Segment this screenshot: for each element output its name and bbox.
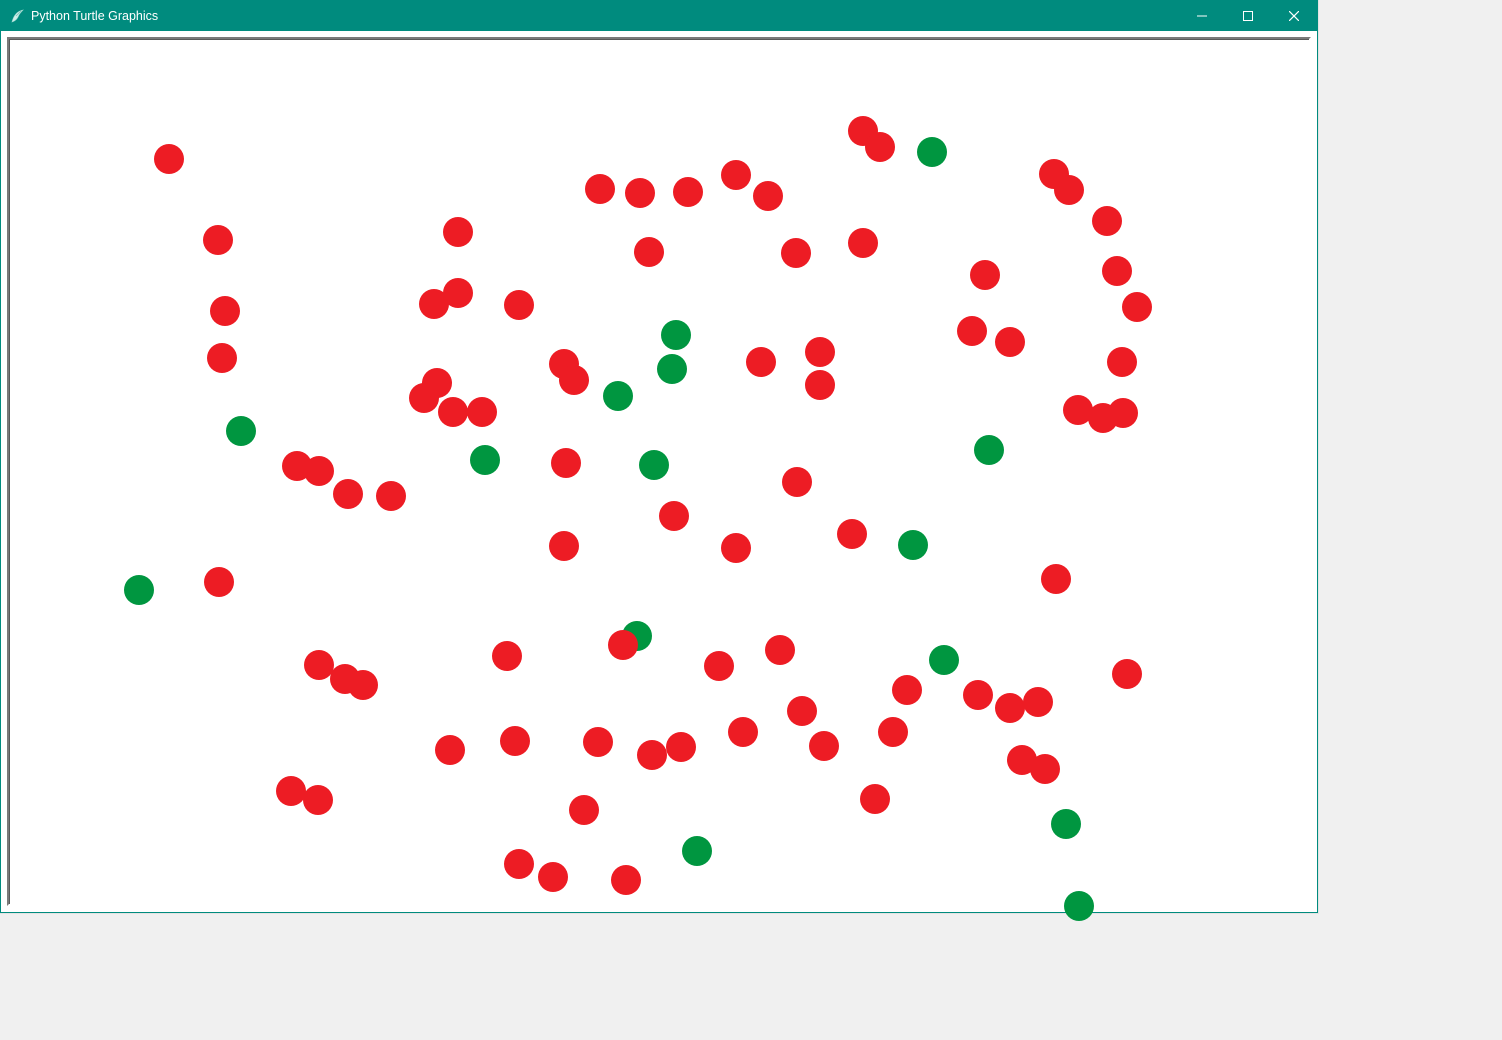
- turtle-dot: [603, 381, 633, 411]
- turtle-dot: [974, 435, 1004, 465]
- turtle-dot: [1030, 754, 1060, 784]
- turtle-dot: [673, 177, 703, 207]
- turtle-dot: [682, 836, 712, 866]
- turtle-dot: [637, 740, 667, 770]
- turtle-dot: [492, 641, 522, 671]
- turtle-dot: [585, 174, 615, 204]
- turtle-dot: [207, 343, 237, 373]
- turtle-dot: [657, 354, 687, 384]
- window-title: Python Turtle Graphics: [31, 9, 166, 23]
- titlebar[interactable]: Python Turtle Graphics: [1, 1, 1317, 31]
- turtle-dot: [963, 680, 993, 710]
- turtle-dot: [204, 567, 234, 597]
- client-area: [1, 31, 1317, 912]
- turtle-dot: [848, 228, 878, 258]
- turtle-dot: [781, 238, 811, 268]
- turtle-dot: [1051, 809, 1081, 839]
- turtle-dot: [970, 260, 1000, 290]
- turtle-dot: [625, 178, 655, 208]
- python-feather-icon: [9, 8, 25, 24]
- turtle-dot: [611, 865, 641, 895]
- turtle-dot: [661, 320, 691, 350]
- turtle-dot: [1064, 891, 1094, 921]
- turtle-dot: [538, 862, 568, 892]
- turtle-dot: [608, 630, 638, 660]
- turtle-dot: [504, 849, 534, 879]
- minimize-icon: [1197, 11, 1207, 21]
- turtle-dot: [1092, 206, 1122, 236]
- turtle-dot: [376, 481, 406, 511]
- turtle-dot: [1108, 398, 1138, 428]
- turtle-dot: [805, 370, 835, 400]
- turtle-dot: [500, 726, 530, 756]
- maximize-button[interactable]: [1225, 1, 1271, 31]
- turtle-dot: [1023, 687, 1053, 717]
- turtle-dot: [422, 368, 452, 398]
- turtle-dot: [892, 675, 922, 705]
- turtle-dot: [957, 316, 987, 346]
- turtle-canvas: [9, 39, 1309, 904]
- minimize-button[interactable]: [1179, 1, 1225, 31]
- turtle-dot: [583, 727, 613, 757]
- turtle-dot: [666, 732, 696, 762]
- turtle-dot: [467, 397, 497, 427]
- turtle-dot: [746, 347, 776, 377]
- turtle-dot: [860, 784, 890, 814]
- turtle-dot: [203, 225, 233, 255]
- turtle-dot: [1041, 564, 1071, 594]
- turtle-dot: [549, 531, 579, 561]
- maximize-icon: [1243, 11, 1253, 21]
- turtle-dot: [348, 670, 378, 700]
- turtle-dot: [634, 237, 664, 267]
- turtle-dot: [753, 181, 783, 211]
- turtle-dot: [504, 290, 534, 320]
- turtle-dot: [1122, 292, 1152, 322]
- turtle-dot: [865, 132, 895, 162]
- turtle-dot: [995, 693, 1025, 723]
- turtle-dot: [569, 795, 599, 825]
- turtle-dot: [787, 696, 817, 726]
- turtle-dot: [470, 445, 500, 475]
- turtle-dot: [559, 365, 589, 395]
- turtle-dot: [276, 776, 306, 806]
- turtle-dot: [303, 785, 333, 815]
- turtle-dot: [443, 217, 473, 247]
- turtle-dot: [995, 327, 1025, 357]
- turtle-dot: [154, 144, 184, 174]
- turtle-dot: [929, 645, 959, 675]
- turtle-dot: [438, 397, 468, 427]
- turtle-dot: [226, 416, 256, 446]
- turtle-dot: [1107, 347, 1137, 377]
- turtle-dot: [443, 278, 473, 308]
- turtle-graphics-window: Python Turtle Graphics: [0, 0, 1318, 913]
- turtle-dot: [728, 717, 758, 747]
- turtle-dot: [898, 530, 928, 560]
- turtle-dot: [782, 467, 812, 497]
- close-icon: [1289, 11, 1299, 21]
- turtle-dot: [659, 501, 689, 531]
- turtle-dot: [639, 450, 669, 480]
- turtle-dot: [1054, 175, 1084, 205]
- turtle-dot: [809, 731, 839, 761]
- turtle-dot: [765, 635, 795, 665]
- turtle-dot: [210, 296, 240, 326]
- close-button[interactable]: [1271, 1, 1317, 31]
- turtle-dot: [551, 448, 581, 478]
- canvas-frame: [7, 37, 1311, 906]
- turtle-dot: [435, 735, 465, 765]
- turtle-dot: [917, 137, 947, 167]
- turtle-dot: [304, 456, 334, 486]
- turtle-dot: [333, 479, 363, 509]
- turtle-dot: [721, 533, 751, 563]
- turtle-dot: [878, 717, 908, 747]
- turtle-dot: [124, 575, 154, 605]
- turtle-dot: [1112, 659, 1142, 689]
- turtle-dot: [1102, 256, 1132, 286]
- turtle-dot: [805, 337, 835, 367]
- turtle-dot: [837, 519, 867, 549]
- turtle-dot: [721, 160, 751, 190]
- turtle-dot: [704, 651, 734, 681]
